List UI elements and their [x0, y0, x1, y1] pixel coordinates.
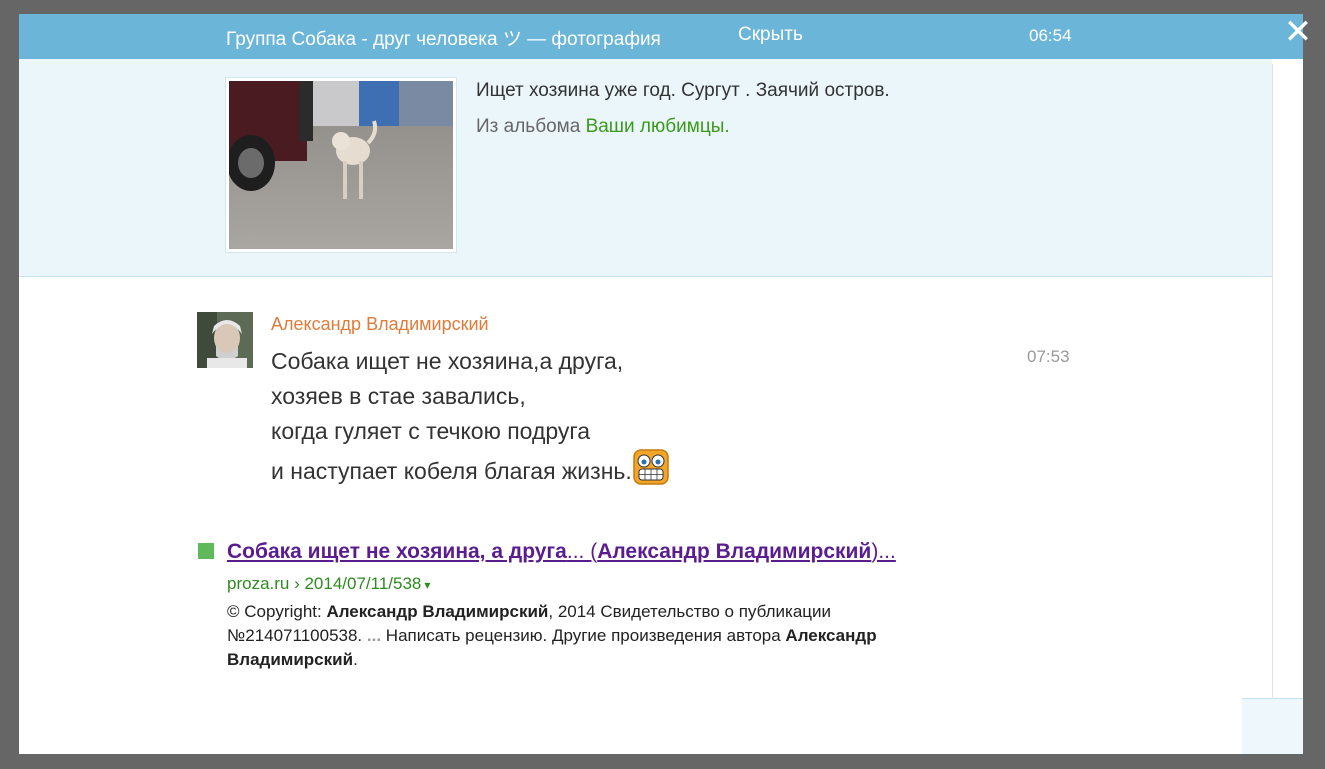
comment-text: Собака ищет не хозяина,а друга, хозяев в…	[271, 344, 669, 495]
modal-title: Группа Собака - друг человека ツ — фотогр…	[226, 29, 661, 50]
result-url-text: proza.ru › 2014/07/11/538	[227, 574, 422, 593]
scroll-bottom-panel	[1242, 698, 1303, 754]
modal-header: Группа Собака - друг человека ツ — фотогр…	[19, 14, 1303, 59]
album-link[interactable]: Ваши любимцы.	[586, 116, 730, 137]
comment-author[interactable]: Александр Владимирский	[271, 314, 489, 335]
search-result-snippet: © Copyright: Александр Владимирский, 201…	[227, 600, 967, 672]
snippet-bold: Александр Владимирский	[326, 602, 549, 621]
result-title-ellipsis: )...	[871, 540, 896, 563]
comment-time: 07:53	[1027, 347, 1070, 366]
site-favicon-icon	[198, 543, 214, 559]
snippet-text: © Copyright:	[227, 602, 327, 621]
snippet-ellipsis: ...	[366, 626, 382, 645]
comment-line: и наступает кобеля благая жизнь.	[271, 458, 632, 484]
snippet-text: Написать рецензию. Другие произведения а…	[381, 626, 786, 645]
snippet-text: .	[353, 650, 358, 669]
avatar[interactable]	[197, 312, 253, 368]
search-result-url[interactable]: proza.ru › 2014/07/11/538 ▾	[227, 574, 430, 594]
comment-line: хозяев в стае завались,	[271, 383, 526, 409]
comment-line: когда гуляет с течкою подруга	[271, 418, 591, 444]
photo-description: Ищет хозяина уже год. Сургут . Заячий ос…	[476, 80, 890, 101]
photo-thumbnail[interactable]	[225, 77, 457, 253]
comment-line-last: и наступает кобеля благая жизнь.	[271, 449, 669, 495]
photo-modal: Группа Собака - друг человека ツ — фотогр…	[19, 14, 1303, 754]
result-title-part: Собака ищет не хозяина, а друга	[227, 540, 567, 563]
dropdown-arrow-icon[interactable]: ▾	[424, 578, 430, 592]
scrollbar-track[interactable]	[1272, 64, 1303, 754]
result-title-author: Александр Владимирский	[597, 540, 872, 563]
header-time: 06:54	[1029, 26, 1072, 45]
comment-line: Собака ищет не хозяина,а друга,	[271, 348, 624, 374]
grinning-smiley-icon	[633, 449, 669, 495]
result-title-ellipsis: ... (	[566, 540, 598, 563]
hide-button[interactable]: Скрыть	[738, 24, 803, 46]
dog-photo-image	[229, 81, 453, 249]
author-avatar-image	[197, 312, 253, 368]
search-result-link[interactable]: Собака ищет не хозяина, а друга... (Алек…	[227, 540, 896, 564]
close-icon[interactable]: ✕	[1283, 14, 1313, 50]
album-info: Из альбома Ваши любимцы.	[476, 116, 730, 138]
photo-panel: Ищет хозяина уже год. Сургут . Заячий ос…	[19, 59, 1272, 277]
album-prefix: Из альбома	[476, 116, 586, 137]
